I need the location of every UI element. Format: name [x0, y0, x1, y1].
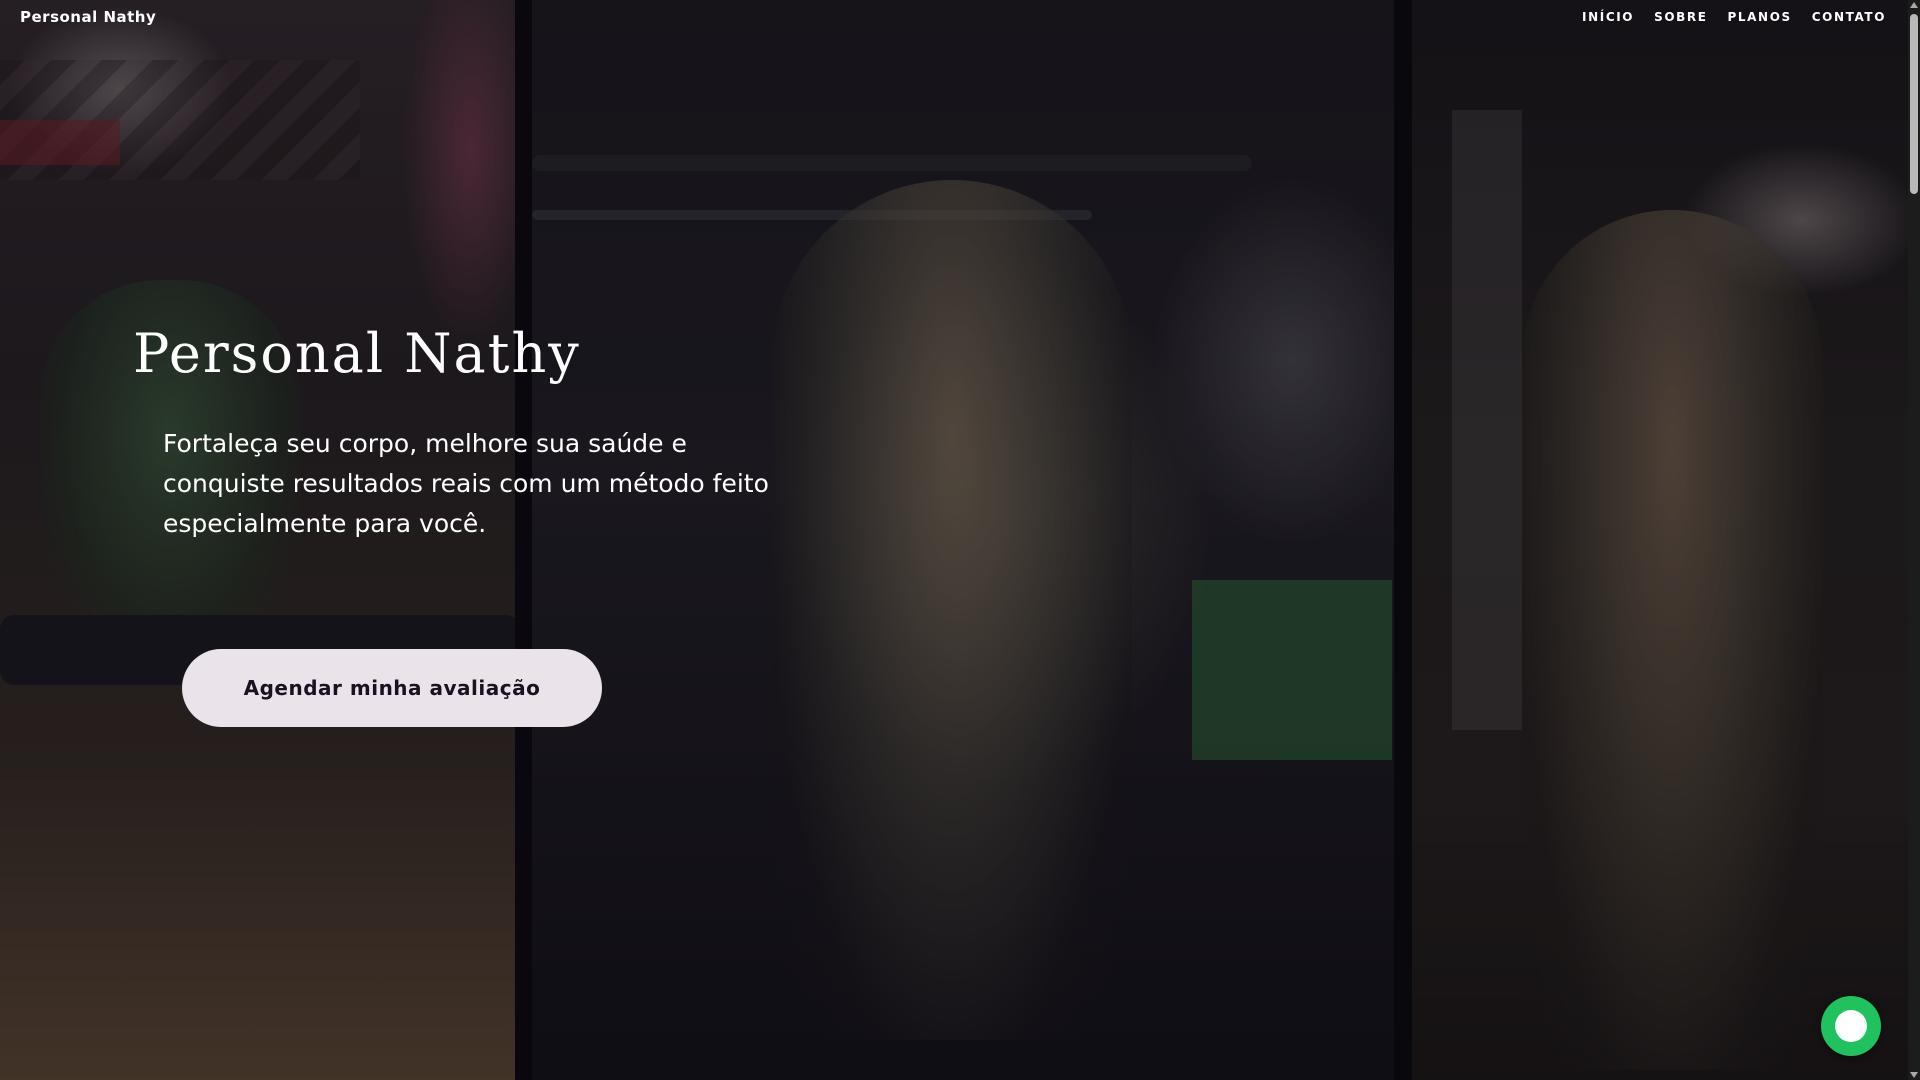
whatsapp-chat-button[interactable] [1821, 996, 1881, 1056]
nav-link-contato[interactable]: CONTATO [1812, 10, 1886, 24]
hero-title: Personal Nathy [133, 322, 581, 385]
schedule-assessment-button[interactable]: Agendar minha avaliação [182, 649, 602, 727]
brand-logo-text[interactable]: Personal Nathy [20, 8, 156, 26]
whatsapp-icon [1835, 1010, 1867, 1042]
main-nav: INÍCIO SOBRE PLANOS CONTATO [1582, 10, 1886, 24]
hero-subtitle: Fortaleça seu corpo, melhore sua saúde e… [163, 429, 769, 538]
scroll-down-arrow-icon[interactable] [1910, 1072, 1918, 1078]
scrollbar-thumb[interactable] [1910, 14, 1918, 194]
page-scrollbar[interactable] [1908, 0, 1920, 1080]
nav-link-inicio[interactable]: INÍCIO [1582, 10, 1634, 24]
nav-link-planos[interactable]: PLANOS [1728, 10, 1792, 24]
nav-link-sobre[interactable]: SOBRE [1654, 10, 1707, 24]
scroll-up-arrow-icon[interactable] [1910, 2, 1918, 8]
